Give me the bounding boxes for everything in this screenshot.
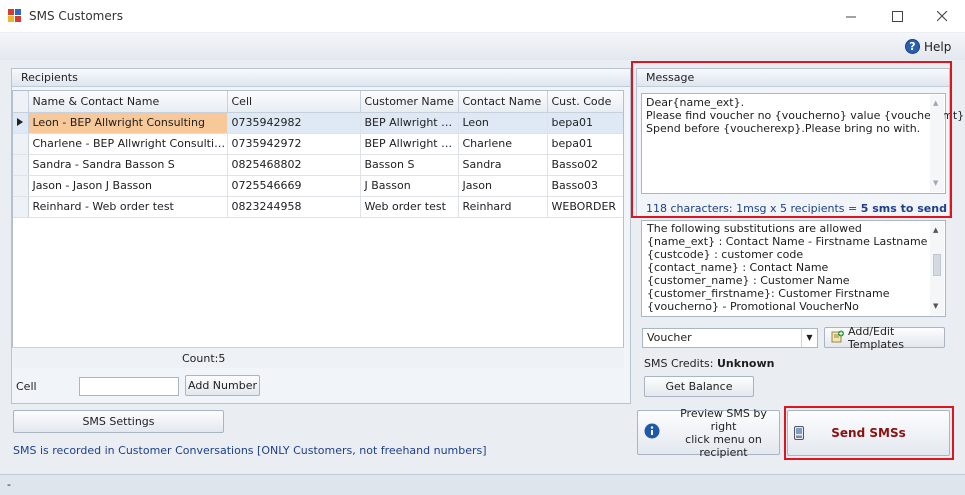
help-label: Help: [924, 39, 952, 54]
cell-label: Cell: [16, 380, 37, 393]
table-cell[interactable]: Basso02: [547, 154, 623, 176]
row-indicator: [13, 175, 29, 197]
table-row[interactable]: Charlene - BEP Allwright Consulting 0735…: [13, 133, 623, 155]
info-icon: [644, 423, 660, 442]
minimize-button[interactable]: [828, 0, 874, 32]
window-title: SMS Customers: [29, 9, 123, 23]
table-cell[interactable]: Leon: [458, 112, 548, 134]
table-cell[interactable]: Reinhard - Web order test: [28, 196, 228, 218]
table-cell[interactable]: Reinhard: [458, 196, 548, 218]
send-highlight-box: [784, 406, 954, 460]
add-template-icon: [831, 330, 844, 346]
table-cell[interactable]: Jason: [458, 175, 548, 197]
row-indicator: [13, 154, 29, 176]
table-row[interactable]: Sandra - Sandra Basson S 0825468802 Bass…: [13, 154, 623, 176]
template-select-value: Voucher: [647, 331, 692, 344]
sms-credits-value: Unknown: [716, 357, 775, 370]
list-item: {customer_firstname}: Customer Firstname: [647, 287, 890, 300]
recipient-count: Count:5: [182, 352, 226, 365]
table-cell[interactable]: Charlene - BEP Allwright Consulting: [28, 133, 228, 155]
cell-input[interactable]: [79, 377, 179, 396]
scroll-down-icon[interactable]: ▼: [933, 300, 938, 313]
recorded-note: SMS is recorded in Customer Conversation…: [13, 444, 487, 457]
table-cell[interactable]: Web order test: [360, 196, 459, 218]
column-header-customer-name[interactable]: Customer Name: [360, 91, 459, 113]
grid-footer: Count:5: [12, 347, 624, 368]
preview-sms-button[interactable]: Preview SMS by right click menu on recip…: [637, 407, 780, 459]
table-cell[interactable]: Basso03: [547, 175, 623, 197]
add-edit-templates-label: Add/Edit Templates: [848, 324, 904, 351]
table-row[interactable]: Leon - BEP Allwright Consulting 07359429…: [13, 112, 623, 134]
list-item: {name_ext} : Contact Name - Firstname La…: [647, 235, 928, 248]
table-row[interactable]: Reinhard - Web order test 0823244958 Web…: [13, 196, 623, 218]
title-bar: SMS Customers: [0, 0, 965, 32]
table-cell[interactable]: Leon - BEP Allwright Consulting: [28, 112, 228, 134]
scroll-thumb[interactable]: [933, 254, 941, 276]
table-cell[interactable]: 0825468802: [227, 154, 361, 176]
add-number-button[interactable]: Add Number: [185, 375, 260, 396]
substitutions-list[interactable]: The following substitutions are allowed …: [641, 220, 946, 317]
chevron-down-icon[interactable]: ▼: [801, 329, 817, 347]
add-edit-templates-button[interactable]: Add/Edit Templates: [824, 324, 945, 351]
table-cell[interactable]: BEP Allwright Co...: [360, 112, 459, 134]
row-indicator: [13, 196, 29, 218]
table-cell[interactable]: bepa01: [547, 133, 623, 155]
list-item: {custcode} : customer code: [647, 248, 804, 261]
table-cell[interactable]: Sandra - Sandra Basson S: [28, 154, 228, 176]
list-item: {customer_name} : Customer Name: [647, 274, 850, 287]
app-icon: [8, 9, 22, 23]
recipients-grid[interactable]: Name & Contact Name Cell Customer Name C…: [12, 90, 624, 368]
table-cell[interactable]: 0823244958: [227, 196, 361, 218]
recipients-panel-title: Recipients: [12, 69, 630, 87]
table-cell[interactable]: bepa01: [547, 112, 623, 134]
table-cell[interactable]: Sandra: [458, 154, 548, 176]
scroll-up-icon[interactable]: ▲: [933, 224, 938, 237]
grid-header-row: Name & Contact Name Cell Customer Name C…: [13, 91, 623, 113]
row-pointer-icon: [13, 112, 29, 134]
help-toolbar: ? Help: [0, 33, 965, 60]
list-item: {contact_name} : Contact Name: [647, 261, 829, 274]
column-header-cust-code[interactable]: Cust. Code: [547, 91, 623, 113]
column-header-cell[interactable]: Cell: [227, 91, 361, 113]
table-cell[interactable]: J Basson: [360, 175, 459, 197]
table-cell[interactable]: Charlene: [458, 133, 548, 155]
column-header-name[interactable]: Name & Contact Name: [28, 91, 228, 113]
get-balance-button[interactable]: Get Balance: [644, 376, 754, 397]
table-row[interactable]: Jason - Jason J Basson 0725546669 J Bass…: [13, 175, 623, 197]
table-cell[interactable]: Jason - Jason J Basson: [28, 175, 228, 197]
template-select[interactable]: Voucher ▼: [642, 328, 818, 348]
sms-credits: SMS Credits: Unknown: [644, 357, 774, 370]
list-item: The following substitutions are allowed: [647, 222, 862, 235]
row-indicator-header: [13, 91, 29, 113]
table-cell[interactable]: WEBORDER: [547, 196, 623, 218]
table-cell[interactable]: 0735942972: [227, 133, 361, 155]
substitutions-scrollbar[interactable]: ▲ ▼: [930, 222, 944, 315]
help-button[interactable]: ? Help: [905, 39, 951, 54]
preview-sms-text: Preview SMS by right click menu on recip…: [668, 407, 779, 459]
table-cell[interactable]: 0725546669: [227, 175, 361, 197]
help-icon: ?: [905, 39, 920, 54]
list-item: {voucherno} - Promotional VoucherNo: [647, 300, 859, 313]
close-button[interactable]: [919, 0, 965, 32]
status-bar: -: [0, 474, 965, 495]
status-text: -: [7, 478, 11, 491]
message-highlight-box: [631, 61, 952, 218]
table-cell[interactable]: BEP Allwright Co...: [360, 133, 459, 155]
sms-settings-button[interactable]: SMS Settings: [13, 410, 224, 433]
preview-sms-line: Preview SMS by right: [680, 406, 767, 433]
preview-sms-line: click menu on recipient: [685, 432, 762, 459]
row-indicator: [13, 133, 29, 155]
column-header-contact-name[interactable]: Contact Name: [458, 91, 548, 113]
table-cell[interactable]: Basson S: [360, 154, 459, 176]
table-cell[interactable]: 0735942982: [227, 112, 361, 134]
sms-credits-label: SMS Credits:: [644, 357, 714, 370]
maximize-button[interactable]: [874, 0, 920, 32]
